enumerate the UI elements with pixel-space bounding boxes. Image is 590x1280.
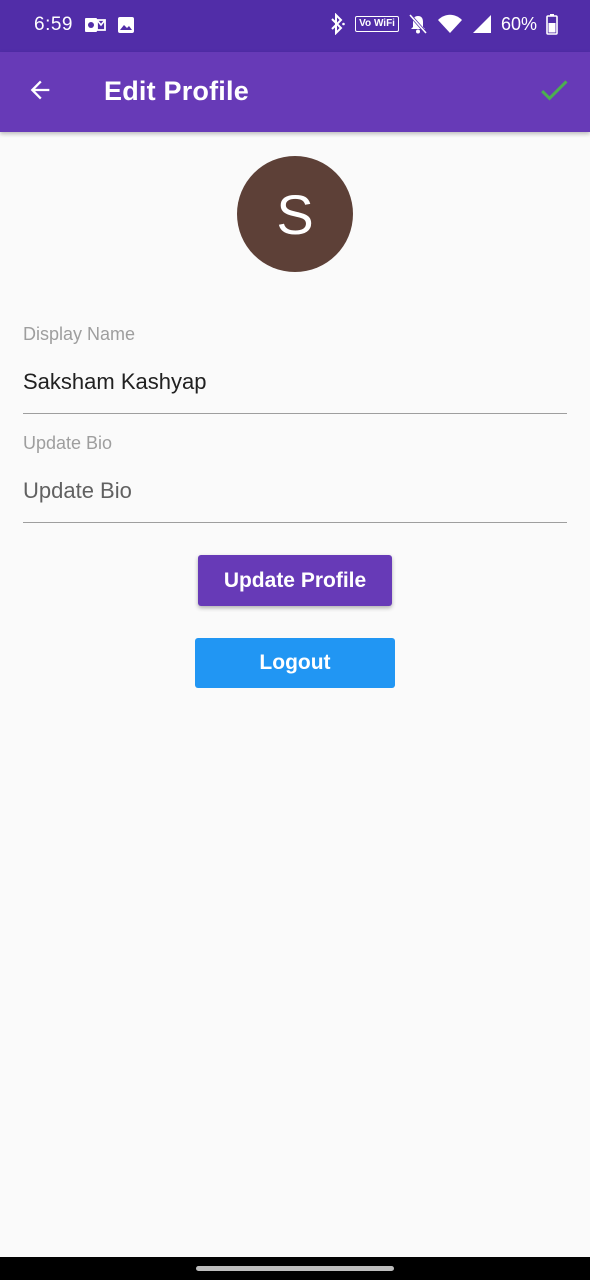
image-icon bbox=[116, 15, 136, 40]
logout-button[interactable]: Logout bbox=[195, 638, 395, 688]
silent-icon bbox=[408, 13, 428, 35]
check-icon bbox=[536, 72, 572, 113]
system-icons: Vo WiFi 60% bbox=[328, 13, 558, 35]
display-name-input[interactable]: Saksham Kashyap bbox=[23, 369, 206, 395]
system-navigation-bar bbox=[0, 1257, 590, 1280]
update-profile-button[interactable]: Update Profile bbox=[198, 555, 392, 606]
bluetooth-icon bbox=[328, 13, 346, 35]
vowifi-icon: Vo WiFi bbox=[355, 16, 399, 32]
notification-icons bbox=[84, 15, 136, 40]
display-name-label: Display Name bbox=[23, 324, 136, 344]
home-gesture-handle[interactable] bbox=[196, 1266, 394, 1271]
bio-label: Update Bio bbox=[23, 433, 113, 453]
page-title: Edit Profile bbox=[104, 76, 249, 106]
status-time: 6:59 bbox=[34, 14, 73, 35]
signal-icon bbox=[472, 14, 492, 34]
bio-field[interactable]: Update Bio Update Bio bbox=[23, 433, 567, 523]
status-bar: 6:59 Vo WiFi 60% bbox=[0, 0, 590, 52]
bio-input[interactable]: Update Bio bbox=[23, 478, 132, 504]
save-button[interactable] bbox=[534, 72, 574, 112]
arrow-back-icon bbox=[26, 76, 54, 109]
battery-percentage: 60% bbox=[500, 13, 537, 34]
battery-icon bbox=[546, 13, 558, 35]
back-button[interactable] bbox=[20, 72, 60, 112]
outlook-icon bbox=[84, 15, 106, 40]
avatar[interactable]: S bbox=[237, 156, 353, 272]
avatar-initial: S bbox=[276, 182, 314, 246]
app-bar: Edit Profile bbox=[0, 52, 590, 132]
wifi-icon bbox=[437, 14, 463, 34]
display-name-field[interactable]: Display Name Saksham Kashyap bbox=[23, 324, 567, 414]
